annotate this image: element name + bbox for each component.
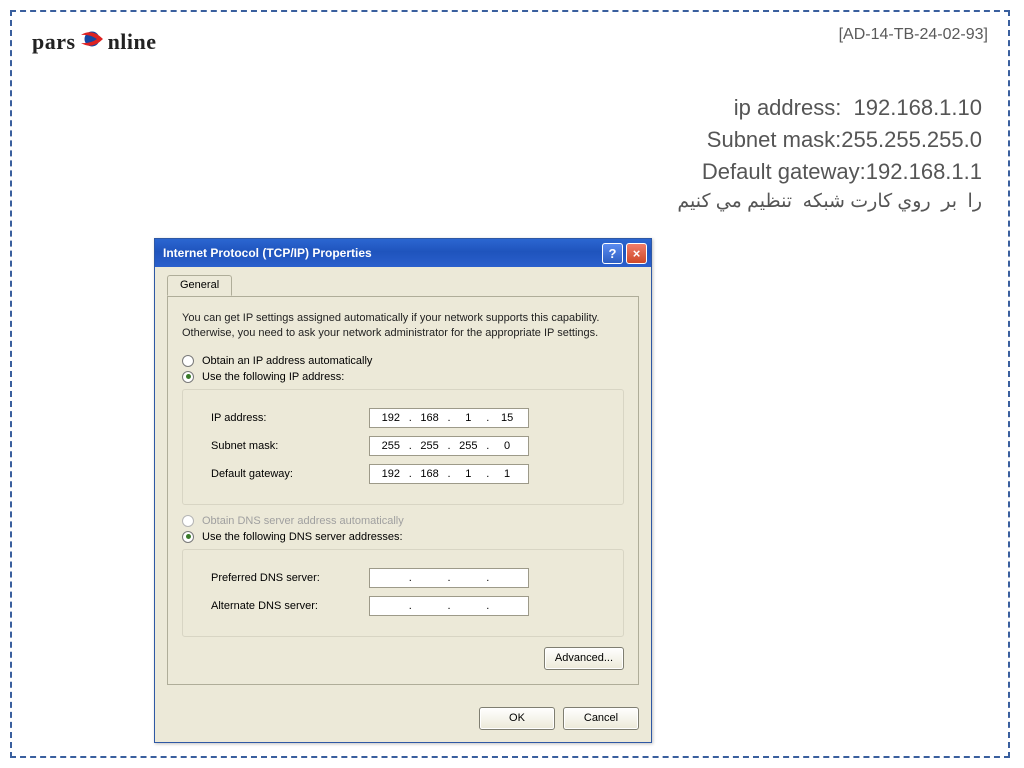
logo-text-right: nline bbox=[108, 29, 157, 55]
alternate-dns-label: Alternate DNS server: bbox=[211, 600, 369, 612]
page-container: pars nline [AD-14-TB-24-02-93] ip addres… bbox=[10, 10, 1010, 758]
radio-icon bbox=[182, 355, 194, 367]
globe-swirl-icon bbox=[79, 26, 105, 58]
logo-text-left: pars bbox=[32, 29, 76, 55]
preferred-dns-row: Preferred DNS server: . . . bbox=[211, 568, 609, 588]
dialog-footer: OK Cancel bbox=[155, 697, 651, 742]
description-text: You can get IP settings assigned automat… bbox=[182, 311, 624, 341]
dialog-title: Internet Protocol (TCP/IP) Properties bbox=[163, 246, 372, 260]
radio-icon bbox=[182, 371, 194, 383]
advanced-button[interactable]: Advanced... bbox=[544, 647, 624, 670]
ip-address-row: IP address: 192. 168. 1. 15 bbox=[211, 408, 609, 428]
radio-obtain-ip-auto[interactable]: Obtain an IP address automatically bbox=[182, 355, 624, 367]
dialog-body: General You can get IP settings assigned… bbox=[155, 267, 651, 697]
advanced-row: Advanced... bbox=[182, 647, 624, 670]
radio-label: Obtain an IP address automatically bbox=[202, 355, 372, 367]
tab-panel: You can get IP settings assigned automat… bbox=[167, 296, 639, 685]
default-gateway-field[interactable]: 192. 168. 1. 1 bbox=[369, 464, 529, 484]
radio-label: Use the following DNS server addresses: bbox=[202, 531, 403, 543]
network-info-block: ip address: 192.168.1.10 Subnet mask:255… bbox=[32, 92, 982, 215]
header: pars nline [AD-14-TB-24-02-93] bbox=[32, 26, 988, 58]
close-icon: × bbox=[633, 246, 641, 261]
ok-button[interactable]: OK bbox=[479, 707, 555, 730]
radio-icon bbox=[182, 531, 194, 543]
info-farsi: را بر روي کارت شبکه تنظيم مي کنيم bbox=[32, 188, 982, 216]
radio-obtain-dns-auto: Obtain DNS server address automatically bbox=[182, 515, 624, 527]
info-ip: ip address: 192.168.1.10 bbox=[32, 92, 982, 124]
help-button[interactable]: ? bbox=[602, 243, 623, 264]
subnet-mask-label: Subnet mask: bbox=[211, 440, 369, 452]
default-gateway-label: Default gateway: bbox=[211, 468, 369, 480]
radio-icon bbox=[182, 515, 194, 527]
titlebar-buttons: ? × bbox=[602, 243, 647, 264]
preferred-dns-field[interactable]: . . . bbox=[369, 568, 529, 588]
radio-label: Obtain DNS server address automatically bbox=[202, 515, 404, 527]
dialog-position: Internet Protocol (TCP/IP) Properties ? … bbox=[154, 238, 652, 743]
subnet-mask-row: Subnet mask: 255. 255. 255. 0 bbox=[211, 436, 609, 456]
dns-settings-group: Preferred DNS server: . . . Alternate DN… bbox=[182, 549, 624, 637]
cancel-button[interactable]: Cancel bbox=[563, 707, 639, 730]
tab-strip: General bbox=[167, 275, 639, 297]
logo: pars nline bbox=[32, 26, 157, 58]
default-gateway-row: Default gateway: 192. 168. 1. 1 bbox=[211, 464, 609, 484]
radio-use-following-ip[interactable]: Use the following IP address: bbox=[182, 371, 624, 383]
preferred-dns-label: Preferred DNS server: bbox=[211, 572, 369, 584]
document-reference: [AD-14-TB-24-02-93] bbox=[839, 26, 988, 44]
subnet-mask-field[interactable]: 255. 255. 255. 0 bbox=[369, 436, 529, 456]
close-button[interactable]: × bbox=[626, 243, 647, 264]
tcpip-properties-dialog: Internet Protocol (TCP/IP) Properties ? … bbox=[154, 238, 652, 743]
info-gateway: Default gateway:192.168.1.1 bbox=[32, 156, 982, 188]
alternate-dns-row: Alternate DNS server: . . . bbox=[211, 596, 609, 616]
ip-address-label: IP address: bbox=[211, 412, 369, 424]
radio-label: Use the following IP address: bbox=[202, 371, 344, 383]
radio-use-following-dns[interactable]: Use the following DNS server addresses: bbox=[182, 531, 624, 543]
alternate-dns-field[interactable]: . . . bbox=[369, 596, 529, 616]
info-subnet: Subnet mask:255.255.255.0 bbox=[32, 124, 982, 156]
ip-address-field[interactable]: 192. 168. 1. 15 bbox=[369, 408, 529, 428]
help-icon: ? bbox=[609, 246, 617, 261]
ip-settings-group: IP address: 192. 168. 1. 15 Subnet mask: bbox=[182, 389, 624, 505]
tab-general[interactable]: General bbox=[167, 275, 232, 296]
titlebar[interactable]: Internet Protocol (TCP/IP) Properties ? … bbox=[155, 239, 651, 267]
